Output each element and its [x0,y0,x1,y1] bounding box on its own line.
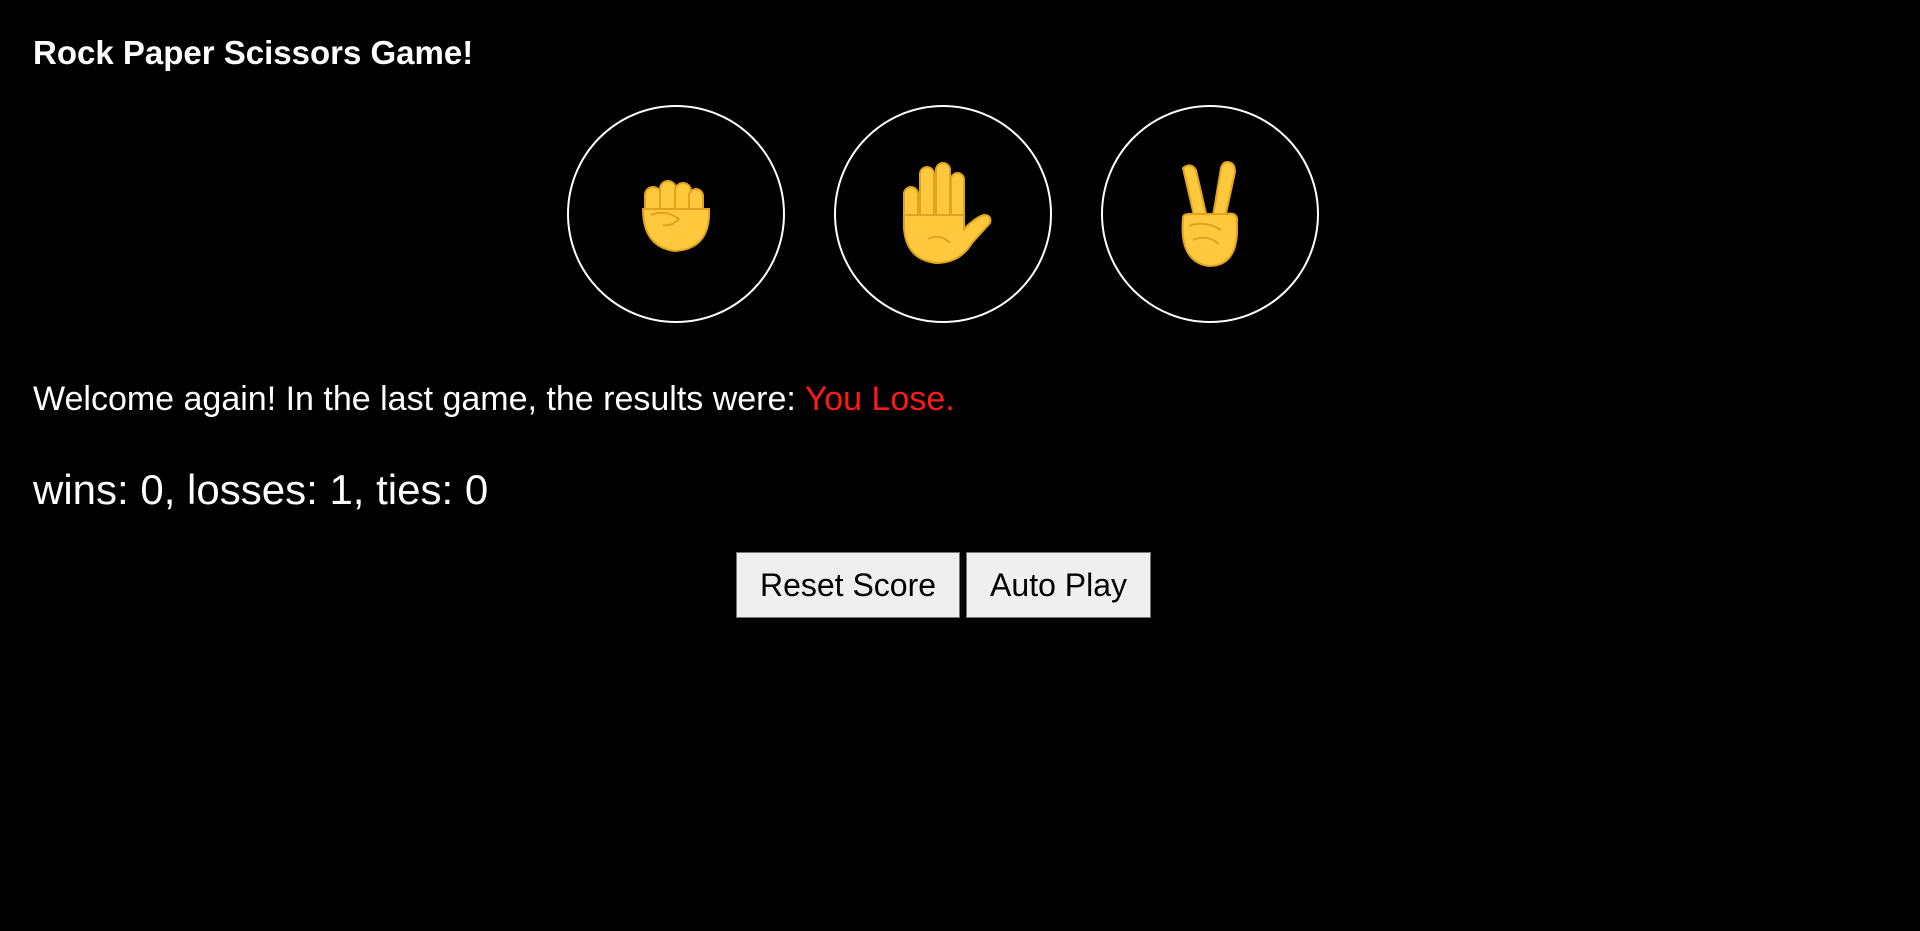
page-title: Rock Paper Scissors Game! [33,34,474,71]
result-outcome: You Lose. [804,380,955,418]
raised-hand-icon [888,159,998,269]
paper-button[interactable] [834,105,1052,323]
result-message: Welcome again! In the last game, the res… [33,379,1887,419]
victory-hand-icon [1165,158,1255,270]
scissors-button[interactable] [1101,105,1319,323]
auto-play-button[interactable]: Auto Play [966,552,1152,618]
rock-button[interactable] [567,105,785,323]
move-buttons [0,105,1887,323]
reset-score-button[interactable]: Reset Score [735,552,961,618]
score-display: wins: 0, losses: 1, ties: 0 [33,466,489,513]
result-prefix: Welcome again! In the last game, the res… [33,380,796,418]
game-page: Rock Paper Scissors Game! Welcome again!… [0,0,1920,931]
control-buttons: Reset Score Auto Play [0,552,1887,618]
raised-fist-icon [631,169,721,259]
